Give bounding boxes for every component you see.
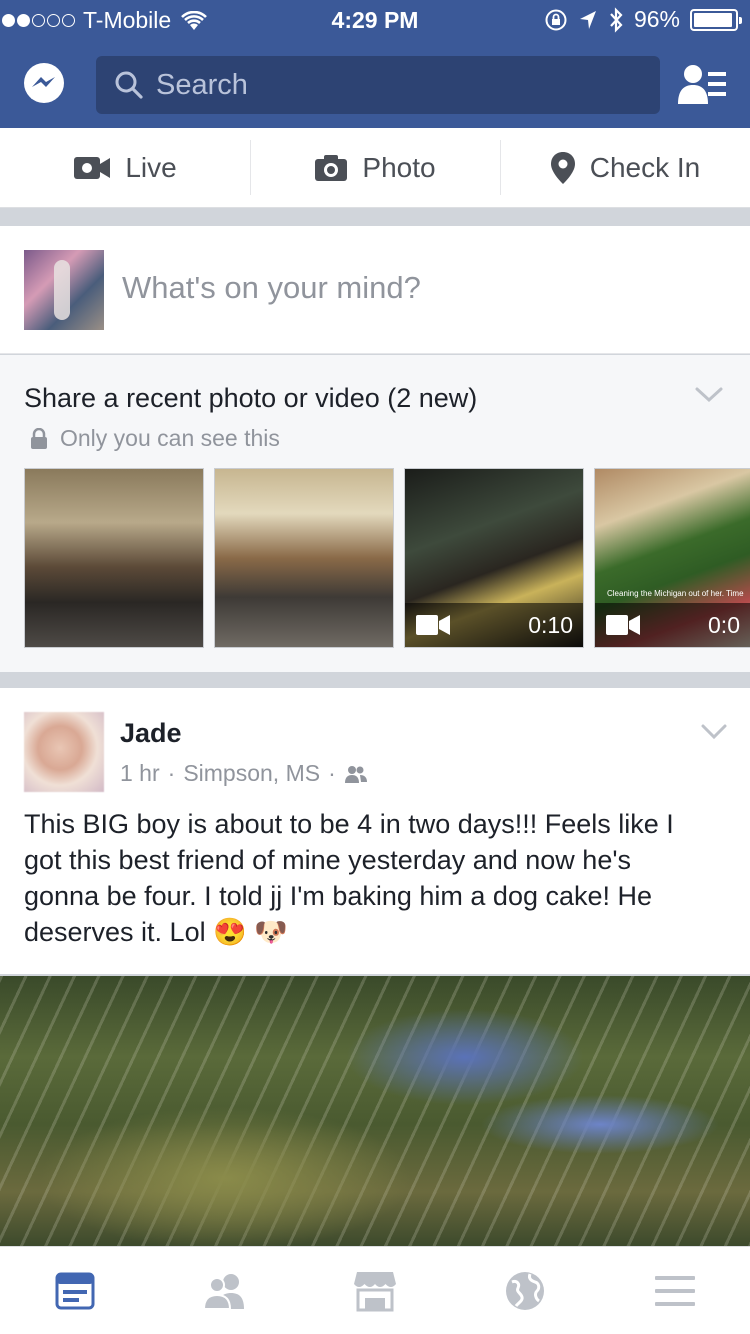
battery-icon: [690, 8, 742, 31]
post-photo[interactable]: [0, 976, 750, 1246]
tab-notifications[interactable]: [450, 1247, 600, 1334]
status-composer[interactable]: What's on your mind?: [0, 226, 750, 354]
check-in-label: Check In: [589, 151, 701, 183]
media-thumbnail[interactable]: Cleaning the Michigan out of her. Time 0…: [594, 468, 750, 648]
globe-icon: [506, 1271, 544, 1310]
composer-actions: Live Photo Check In: [0, 128, 750, 208]
post-text: This BIG boy is about to be 4 in two day…: [24, 806, 724, 950]
author-avatar[interactable]: [24, 712, 104, 792]
privacy-label: Only you can see this: [60, 425, 280, 451]
location-arrow-icon: [579, 10, 596, 29]
camera-icon: [315, 154, 348, 181]
search-input[interactable]: Search: [156, 69, 248, 102]
live-button[interactable]: Live: [0, 128, 250, 207]
post-meta: 1 hr · Simpson, MS ·: [120, 760, 368, 787]
status-right: 96%: [544, 6, 742, 33]
separator-dot: ·: [167, 760, 176, 786]
chevron-down-icon[interactable]: [694, 385, 724, 405]
photo-button[interactable]: Photo: [250, 128, 500, 207]
location-pin-icon: [550, 151, 575, 184]
battery-fill: [694, 12, 733, 27]
post-text-line: got this best friend of mine yesterday a…: [24, 845, 631, 875]
author-name[interactable]: Jade: [120, 718, 182, 749]
feed-post: Jade 1 hr · Simpson, MS · This BIG boy i…: [0, 688, 750, 974]
photo-label: Photo: [362, 151, 436, 183]
video-camera-icon: [74, 156, 111, 179]
status-bar: T-Mobile 4:29 PM 96%: [0, 0, 750, 40]
privacy-note: Only you can see this: [30, 425, 280, 452]
media-thumbnail[interactable]: [24, 468, 204, 648]
search-bar[interactable]: Search: [96, 56, 660, 114]
battery-percent: 96%: [633, 6, 680, 32]
top-header: T-Mobile 4:29 PM 96% Search: [0, 0, 750, 128]
check-in-button[interactable]: Check In: [500, 128, 750, 207]
recent-media-title: Share a recent photo or video (2 new): [24, 383, 478, 413]
lock-icon: [31, 427, 47, 449]
post-text-line: This BIG boy is about to be 4 in two day…: [24, 809, 674, 839]
tab-menu[interactable]: [600, 1247, 750, 1334]
search-icon: [115, 71, 143, 99]
thumbnail-caption: Cleaning the Michigan out of her. Time: [607, 589, 744, 598]
recent-media-panel: Share a recent photo or video (2 new) On…: [0, 355, 750, 672]
tab-news-feed[interactable]: [0, 1247, 150, 1334]
media-thumbnail[interactable]: [214, 468, 394, 648]
status-input[interactable]: What's on your mind?: [122, 270, 421, 306]
video-camera-icon: [416, 615, 450, 635]
media-thumbnail[interactable]: 0:10: [404, 468, 584, 648]
video-camera-icon: [606, 615, 640, 635]
tab-friends[interactable]: [150, 1247, 300, 1334]
live-label: Live: [125, 151, 177, 183]
post-text-line: deserves it. Lol 😍 🐶: [24, 917, 288, 947]
post-options-chevron-icon[interactable]: [700, 722, 728, 742]
video-duration-bar: 0:10: [405, 603, 583, 647]
video-duration-bar: 0:0: [595, 603, 750, 647]
friends-audience-icon: [344, 765, 367, 783]
separator-dot: ·: [328, 760, 336, 786]
rotation-lock-icon: [545, 9, 567, 30]
post-text-line: gonna be four. I told jj I'm baking him …: [24, 881, 653, 911]
messenger-icon[interactable]: [22, 62, 66, 106]
post-time[interactable]: 1 hr: [120, 760, 160, 787]
menu-icon: [655, 1275, 695, 1306]
profile-avatar[interactable]: [24, 250, 104, 330]
news-feed-icon: [55, 1272, 95, 1309]
bluetooth-icon: [610, 6, 623, 33]
tab-marketplace[interactable]: [300, 1247, 450, 1334]
post-location[interactable]: Simpson, MS: [183, 760, 320, 787]
bottom-tab-bar: [0, 1246, 750, 1334]
video-duration: 0:0: [708, 611, 740, 638]
video-duration: 0:10: [528, 611, 573, 638]
friend-requests-icon[interactable]: [678, 62, 728, 106]
marketplace-icon: [354, 1271, 396, 1311]
friends-icon: [202, 1273, 244, 1309]
